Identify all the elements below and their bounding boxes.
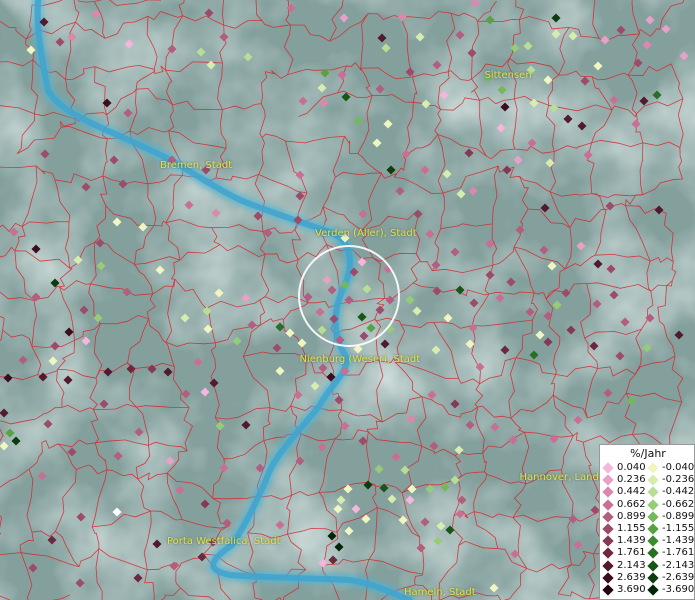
city-label: Sittensen	[484, 70, 532, 81]
legend-value: 1.155	[617, 523, 646, 534]
legend-swatch	[602, 559, 614, 572]
legend-swatch	[647, 486, 659, 499]
legend-value: 2.143	[617, 559, 646, 571]
map-canvas[interactable]	[0, 0, 695, 600]
legend-swatch	[602, 523, 614, 535]
legend-swatch	[647, 559, 659, 572]
legend-swatch	[647, 535, 659, 547]
legend-swatch	[647, 584, 659, 596]
legend-title: %/Jahr	[630, 447, 666, 460]
legend-swatch	[602, 474, 614, 486]
legend: %/Jahr 0.040 0.236 0.442 0.662 0.899 1.155 1.4…	[599, 444, 695, 600]
legend-swatch	[602, 486, 614, 499]
legend-value: 1.439	[617, 535, 646, 547]
legend-value: -1.155	[662, 523, 695, 534]
legend-swatch	[602, 511, 614, 523]
legend-value: 0.040	[617, 462, 646, 473]
legend-value: 0.442	[617, 486, 646, 498]
legend-value: -2.639	[662, 571, 695, 583]
legend-value: -3.690	[662, 584, 695, 595]
city-label: Nienburg (Weser), Stadt	[299, 354, 421, 365]
legend-value: -1.761	[662, 547, 695, 559]
city-label: Hannover, Land	[519, 472, 599, 483]
city-label: Porta Westfalica, Stadt	[167, 536, 281, 547]
city-label: Verden (Aller), Stadt	[315, 228, 417, 239]
legend-swatch	[647, 572, 659, 584]
legend-value: -1.439	[662, 535, 695, 547]
legend-value: 2.639	[617, 571, 646, 583]
map-view[interactable]: Sittensen Bremen, Stadt Verden (Aller), St…	[0, 0, 695, 600]
legend-swatch	[647, 511, 659, 523]
legend-value: 0.662	[617, 498, 646, 510]
legend-swatch	[602, 498, 614, 511]
legend-value: 3.690	[617, 584, 646, 595]
legend-swatch	[602, 547, 614, 560]
legend-value: -0.040	[662, 462, 695, 473]
legend-swatch	[647, 462, 659, 474]
legend-value: 1.761	[617, 547, 646, 559]
legend-value: 0.899	[617, 510, 646, 522]
legend-swatch	[647, 523, 659, 535]
city-label: Hameln, Stadt	[404, 587, 476, 598]
legend-value: 0.236	[617, 474, 646, 486]
legend-swatch	[647, 474, 659, 486]
legend-swatch	[647, 498, 659, 511]
city-label: Bremen, Stadt	[160, 160, 233, 171]
legend-value: -0.662	[662, 498, 695, 510]
legend-swatch	[602, 584, 614, 596]
legend-swatch	[602, 462, 614, 474]
legend-swatch	[602, 535, 614, 547]
legend-swatch	[647, 547, 659, 560]
legend-value: -0.442	[662, 486, 695, 498]
legend-value: -2.143	[662, 559, 695, 571]
legend-swatch	[602, 572, 614, 584]
legend-value: -0.899	[662, 510, 695, 522]
legend-value: -0.236	[662, 474, 695, 486]
